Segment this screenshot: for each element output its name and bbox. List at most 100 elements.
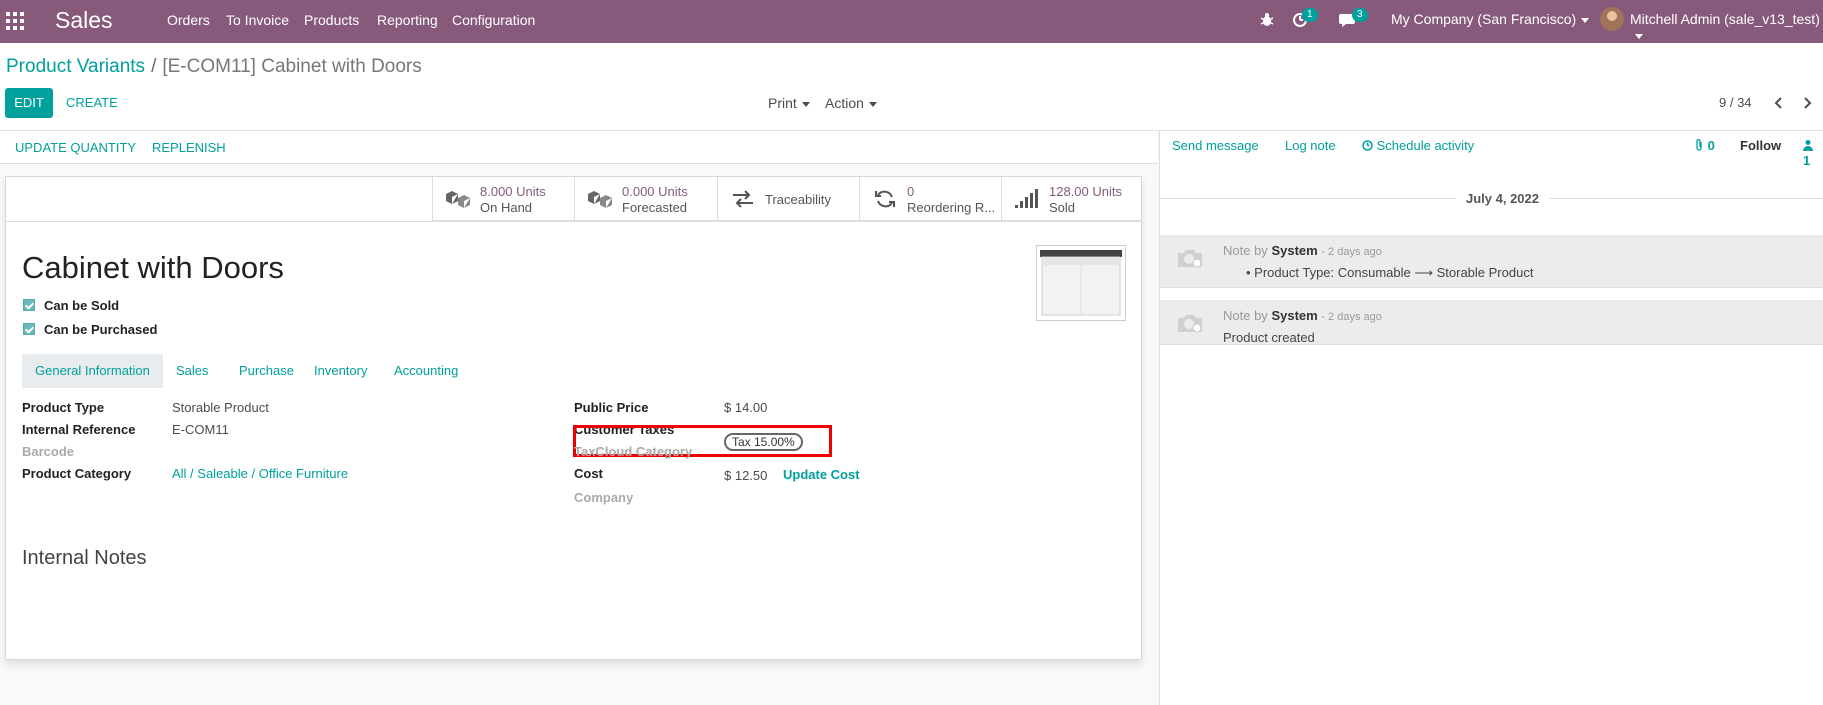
tab-purchase[interactable]: Purchase — [239, 354, 294, 388]
message-body: Product created — [1223, 330, 1315, 345]
tab-accounting[interactable]: Accounting — [394, 354, 458, 388]
paperclip-icon — [1696, 138, 1702, 151]
update-quantity-button[interactable]: UPDATE QUANTITY — [15, 140, 136, 155]
chatter-message: Note by System - 2 days ago • Product Ty… — [1160, 235, 1823, 288]
camera-avatar-icon — [1178, 315, 1202, 333]
cubes-icon — [588, 191, 612, 208]
caret-down-icon — [801, 101, 810, 107]
date-separator: July 4, 2022 — [1456, 191, 1549, 206]
send-message-button[interactable]: Send message — [1172, 138, 1259, 153]
follow-button[interactable]: Follow — [1740, 138, 1781, 153]
refresh-icon — [875, 190, 895, 208]
followers-button[interactable]: 1 — [1803, 138, 1823, 168]
caret-down-icon — [868, 101, 877, 107]
product-image[interactable] — [1036, 245, 1126, 321]
public-price-value: $ 14.00 — [724, 400, 768, 415]
message-author[interactable]: System — [1271, 308, 1317, 323]
print-dropdown[interactable]: Print — [768, 95, 810, 111]
can-be-sold-checkbox[interactable] — [23, 299, 35, 311]
internal-reference-value: E-COM11 — [172, 422, 229, 437]
product-category-link[interactable]: All / Saleable / Office Furniture — [172, 466, 348, 481]
form-statusbar: UPDATE QUANTITY REPLENISH — [0, 131, 1158, 164]
breadcrumb: Product Variants / [E-COM11] Cabinet with … — [6, 56, 422, 78]
product-type-label: Product Type — [22, 400, 105, 415]
update-cost-link[interactable]: Update Cost — [783, 467, 860, 482]
edit-button[interactable]: EDIT — [5, 88, 53, 118]
caret-down-icon — [1635, 33, 1643, 39]
message-text: Product Type: Consumable ⟶ Storable Prod… — [1254, 265, 1534, 280]
on-hand-smart-button[interactable]: 8.000 Units On Hand — [432, 177, 574, 221]
cabinet-image — [1040, 250, 1122, 316]
apps-menu-icon[interactable] — [6, 12, 24, 30]
menu-orders[interactable]: Orders — [167, 12, 210, 28]
sold-smart-button[interactable]: 128.00 Units Sold — [1001, 177, 1141, 221]
on-hand-label: On Hand — [480, 200, 533, 215]
tab-sales[interactable]: Sales — [176, 354, 209, 388]
menu-to-invoice[interactable]: To Invoice — [226, 12, 289, 28]
message-author[interactable]: System — [1271, 243, 1317, 258]
cost-label: Cost — [574, 466, 603, 481]
traceability-smart-button[interactable]: Traceability — [717, 177, 859, 221]
menu-configuration[interactable]: Configuration — [452, 12, 535, 28]
menu-products[interactable]: Products — [304, 12, 359, 28]
action-label: Action — [825, 95, 864, 111]
breadcrumb-separator: / — [151, 56, 157, 77]
message-time: - 2 days ago — [1321, 311, 1382, 323]
cost-value: $ 12.50 — [724, 468, 768, 483]
form-view: UPDATE QUANTITY REPLENISH 8.000 Units On… — [0, 131, 1158, 705]
product-type-value: Storable Product — [172, 400, 269, 415]
activity-count-badge: 1 — [1302, 8, 1318, 22]
form-sheet: 8.000 Units On Hand 0.000 Units Forecast… — [5, 176, 1142, 660]
user-icon — [1803, 140, 1813, 151]
tab-inventory[interactable]: Inventory — [314, 354, 367, 388]
menu-reporting[interactable]: Reporting — [377, 12, 438, 28]
reordering-value: 0 — [907, 184, 915, 199]
message-time: - 2 days ago — [1321, 246, 1382, 258]
can-be-purchased-label: Can be Purchased — [44, 322, 158, 337]
control-panel: Product Variants / [E-COM11] Cabinet with … — [0, 43, 1823, 131]
camera-avatar-icon — [1178, 250, 1202, 268]
message-header: Note by System - 2 days ago — [1223, 243, 1382, 258]
exchange-arrows-icon — [733, 190, 753, 208]
company-switcher[interactable]: My Company (San Francisco) — [1391, 11, 1590, 27]
pager-next-icon[interactable] — [1800, 96, 1814, 110]
app-name[interactable]: Sales — [55, 7, 113, 34]
forecasted-smart-button[interactable]: 0.000 Units Forecasted — [574, 177, 717, 221]
caret-down-icon — [1581, 17, 1590, 23]
followers-count: 1 — [1803, 153, 1811, 168]
create-button[interactable]: CREATE — [66, 95, 118, 110]
attachments-button[interactable]: 0 — [1694, 138, 1715, 153]
schedule-activity-label: Schedule activity — [1376, 138, 1475, 153]
taxcloud-category-label: TaxCloud Category — [574, 444, 693, 459]
internal-reference-label: Internal Reference — [22, 422, 136, 437]
top-navbar: Sales Orders To Invoice Products Reporti… — [0, 0, 1823, 43]
log-note-button[interactable]: Log note — [1285, 138, 1336, 153]
forecasted-label: Forecasted — [622, 200, 688, 215]
public-price-label: Public Price — [574, 400, 649, 415]
internal-notes-heading: Internal Notes — [22, 547, 147, 569]
pager-previous-icon[interactable] — [1772, 96, 1786, 110]
pager-value[interactable]: 9 / 34 — [1719, 95, 1752, 110]
reordering-smart-button[interactable]: 0 Reordering R... — [859, 177, 1001, 221]
smart-button-divider — [6, 221, 1141, 222]
print-label: Print — [768, 95, 797, 111]
message-prefix: Note by — [1223, 243, 1268, 258]
schedule-activity-button[interactable]: Schedule activity — [1362, 138, 1474, 153]
action-dropdown[interactable]: Action — [825, 95, 877, 111]
on-hand-value: 8.000 Units — [480, 184, 546, 199]
tab-general-information[interactable]: General Information — [22, 354, 163, 388]
bug-icon[interactable] — [1260, 12, 1274, 28]
sold-label: Sold — [1049, 200, 1076, 215]
breadcrumb-current: [E-COM11] Cabinet with Doors — [162, 56, 422, 77]
message-header: Note by System - 2 days ago — [1223, 308, 1382, 323]
breadcrumb-parent[interactable]: Product Variants — [6, 56, 145, 77]
user-menu[interactable]: Mitchell Admin (sale_v13_test) — [1630, 11, 1823, 43]
traceability-label: Traceability — [765, 192, 831, 207]
user-name: Mitchell Admin (sale_v13_test) — [1630, 11, 1820, 27]
signal-bars-icon — [1015, 189, 1038, 208]
product-category-label: Product Category — [22, 466, 132, 481]
can-be-purchased-checkbox[interactable] — [23, 323, 35, 335]
clock-icon — [1362, 140, 1373, 151]
user-avatar[interactable] — [1600, 7, 1624, 31]
replenish-button[interactable]: REPLENISH — [152, 140, 226, 155]
